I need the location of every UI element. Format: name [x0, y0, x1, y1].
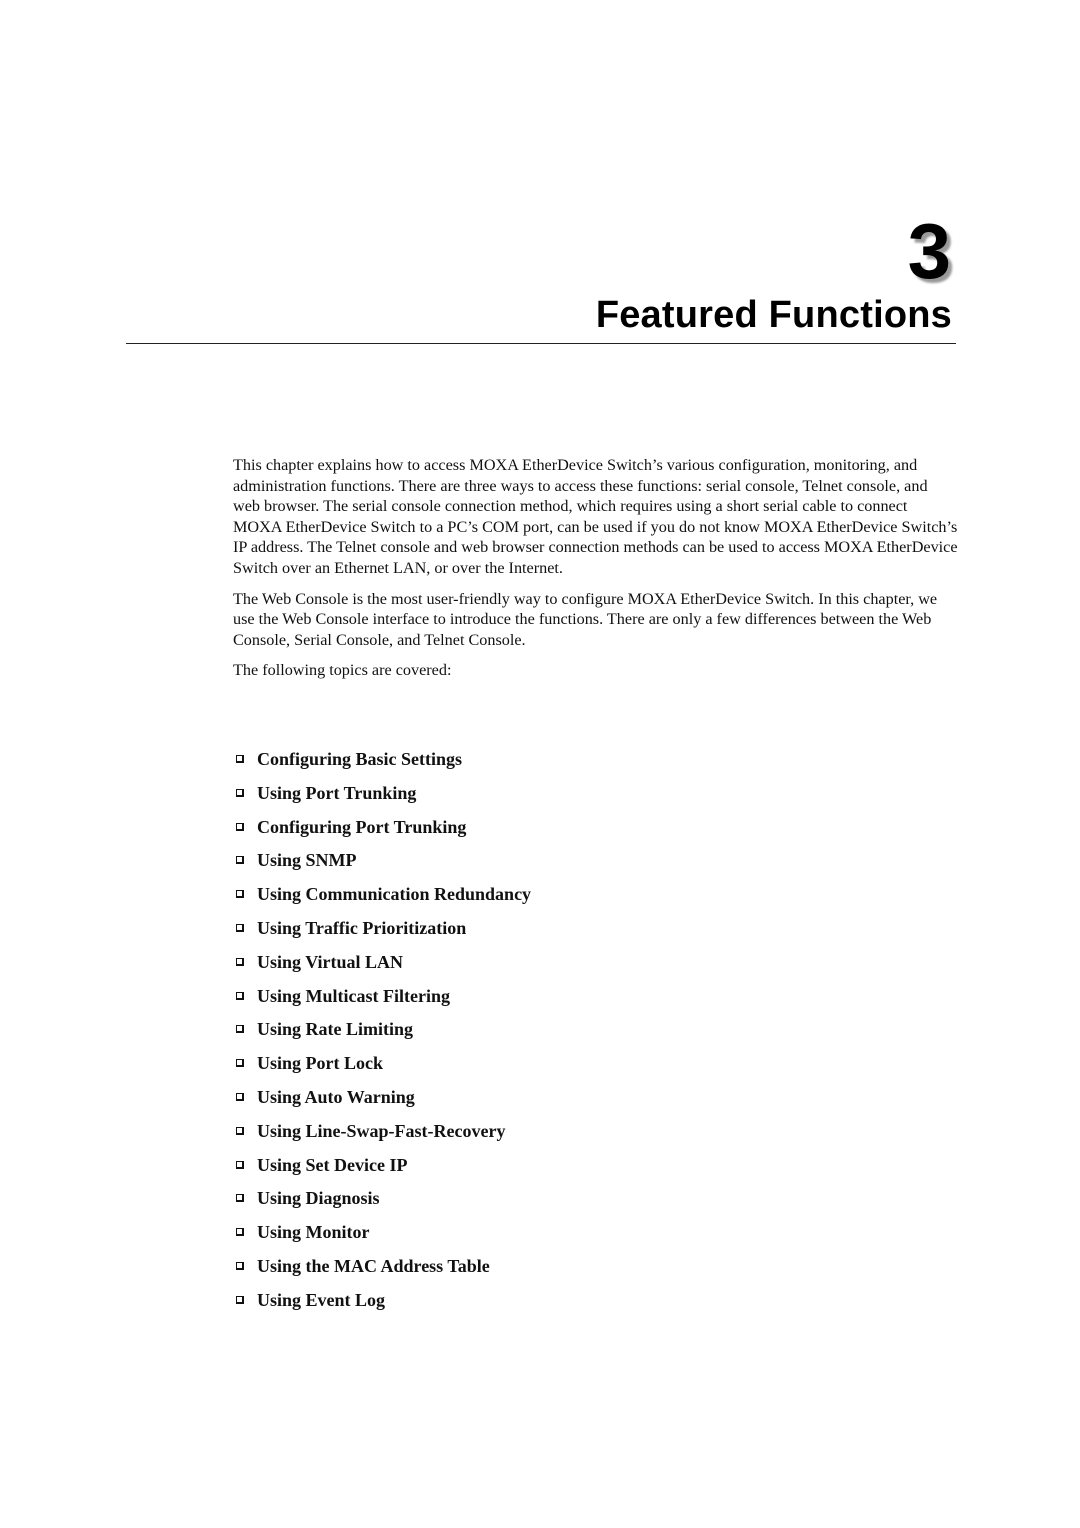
- square-bullet-icon: [236, 1160, 244, 1169]
- title-rule: [126, 343, 956, 344]
- topics-list: Configuring Basic Settings Using Port Tr…: [236, 748, 531, 1323]
- topic-item: Using Virtual LAN: [236, 951, 531, 985]
- square-bullet-icon: [236, 788, 244, 797]
- chapter-number: 3: [907, 207, 951, 295]
- square-bullet-icon: [236, 1025, 244, 1034]
- square-bullet-icon: [236, 1261, 244, 1270]
- square-bullet-icon: [236, 1228, 244, 1237]
- square-bullet-icon: [236, 822, 244, 831]
- topic-label: Using SNMP: [257, 850, 357, 871]
- chapter-title: Featured Functions: [595, 294, 952, 336]
- topic-item: Using Communication Redundancy: [236, 883, 531, 917]
- topic-item: Using Set Device IP: [236, 1154, 531, 1188]
- square-bullet-icon: [236, 1059, 244, 1068]
- topic-item: Using Event Log: [236, 1289, 531, 1323]
- intro-paragraph: This chapter explains how to access MOXA…: [233, 456, 958, 577]
- topic-label: Using Communication Redundancy: [257, 884, 532, 905]
- intro-text: This chapter explains how to access MOXA…: [233, 455, 958, 691]
- square-bullet-icon: [236, 890, 244, 899]
- square-bullet-icon: [236, 1194, 244, 1203]
- intro-paragraph: The Web Console is the most user-friendl…: [233, 589, 938, 649]
- square-bullet-icon: [236, 755, 244, 763]
- topic-label: Using Set Device IP: [257, 1154, 408, 1175]
- topic-label: Using the MAC Address Table: [257, 1255, 490, 1276]
- topic-item: Using Monitor: [236, 1221, 531, 1255]
- topic-item: Using Traffic Prioritization: [236, 917, 531, 951]
- square-bullet-icon: [236, 1295, 244, 1304]
- topic-label: Using Auto Warning: [257, 1086, 415, 1107]
- topic-label: Using Port Lock: [257, 1053, 383, 1074]
- square-bullet-icon: [236, 856, 244, 865]
- topics-lead-in: The following topics are covered:: [233, 661, 452, 680]
- topic-item: Configuring Port Trunking: [236, 816, 531, 850]
- topic-item: Using Port Lock: [236, 1052, 531, 1086]
- topic-item: Configuring Basic Settings: [236, 748, 531, 782]
- topic-label: Using Monitor: [257, 1222, 370, 1243]
- topic-label: Using Line-Swap-Fast-Recovery: [257, 1120, 506, 1141]
- topic-label: Configuring Port Trunking: [257, 816, 467, 837]
- square-bullet-icon: [236, 1092, 244, 1101]
- topic-item: Using Multicast Filtering: [236, 985, 531, 1019]
- topic-label: Using Traffic Prioritization: [257, 917, 467, 938]
- topic-item: Using Diagnosis: [236, 1187, 531, 1221]
- topic-label: Using Event Log: [257, 1289, 386, 1310]
- topic-item: Using the MAC Address Table: [236, 1255, 531, 1289]
- topic-label: Configuring Basic Settings: [257, 749, 463, 769]
- topic-label: Using Multicast Filtering: [257, 985, 450, 1006]
- topic-item: Using Auto Warning: [236, 1086, 531, 1120]
- topic-item: Using Port Trunking: [236, 782, 531, 816]
- topic-item: Using Line-Swap-Fast-Recovery: [236, 1120, 531, 1154]
- topic-item: Using SNMP: [236, 849, 531, 883]
- square-bullet-icon: [236, 1126, 244, 1135]
- topic-label: Using Rate Limiting: [257, 1019, 414, 1040]
- topic-item: Using Rate Limiting: [236, 1018, 531, 1052]
- square-bullet-icon: [236, 991, 244, 1000]
- topic-label: Using Port Trunking: [257, 782, 417, 803]
- square-bullet-icon: [236, 957, 244, 966]
- square-bullet-icon: [236, 923, 244, 932]
- topic-label: Using Diagnosis: [257, 1188, 380, 1209]
- topic-label: Using Virtual LAN: [257, 951, 404, 972]
